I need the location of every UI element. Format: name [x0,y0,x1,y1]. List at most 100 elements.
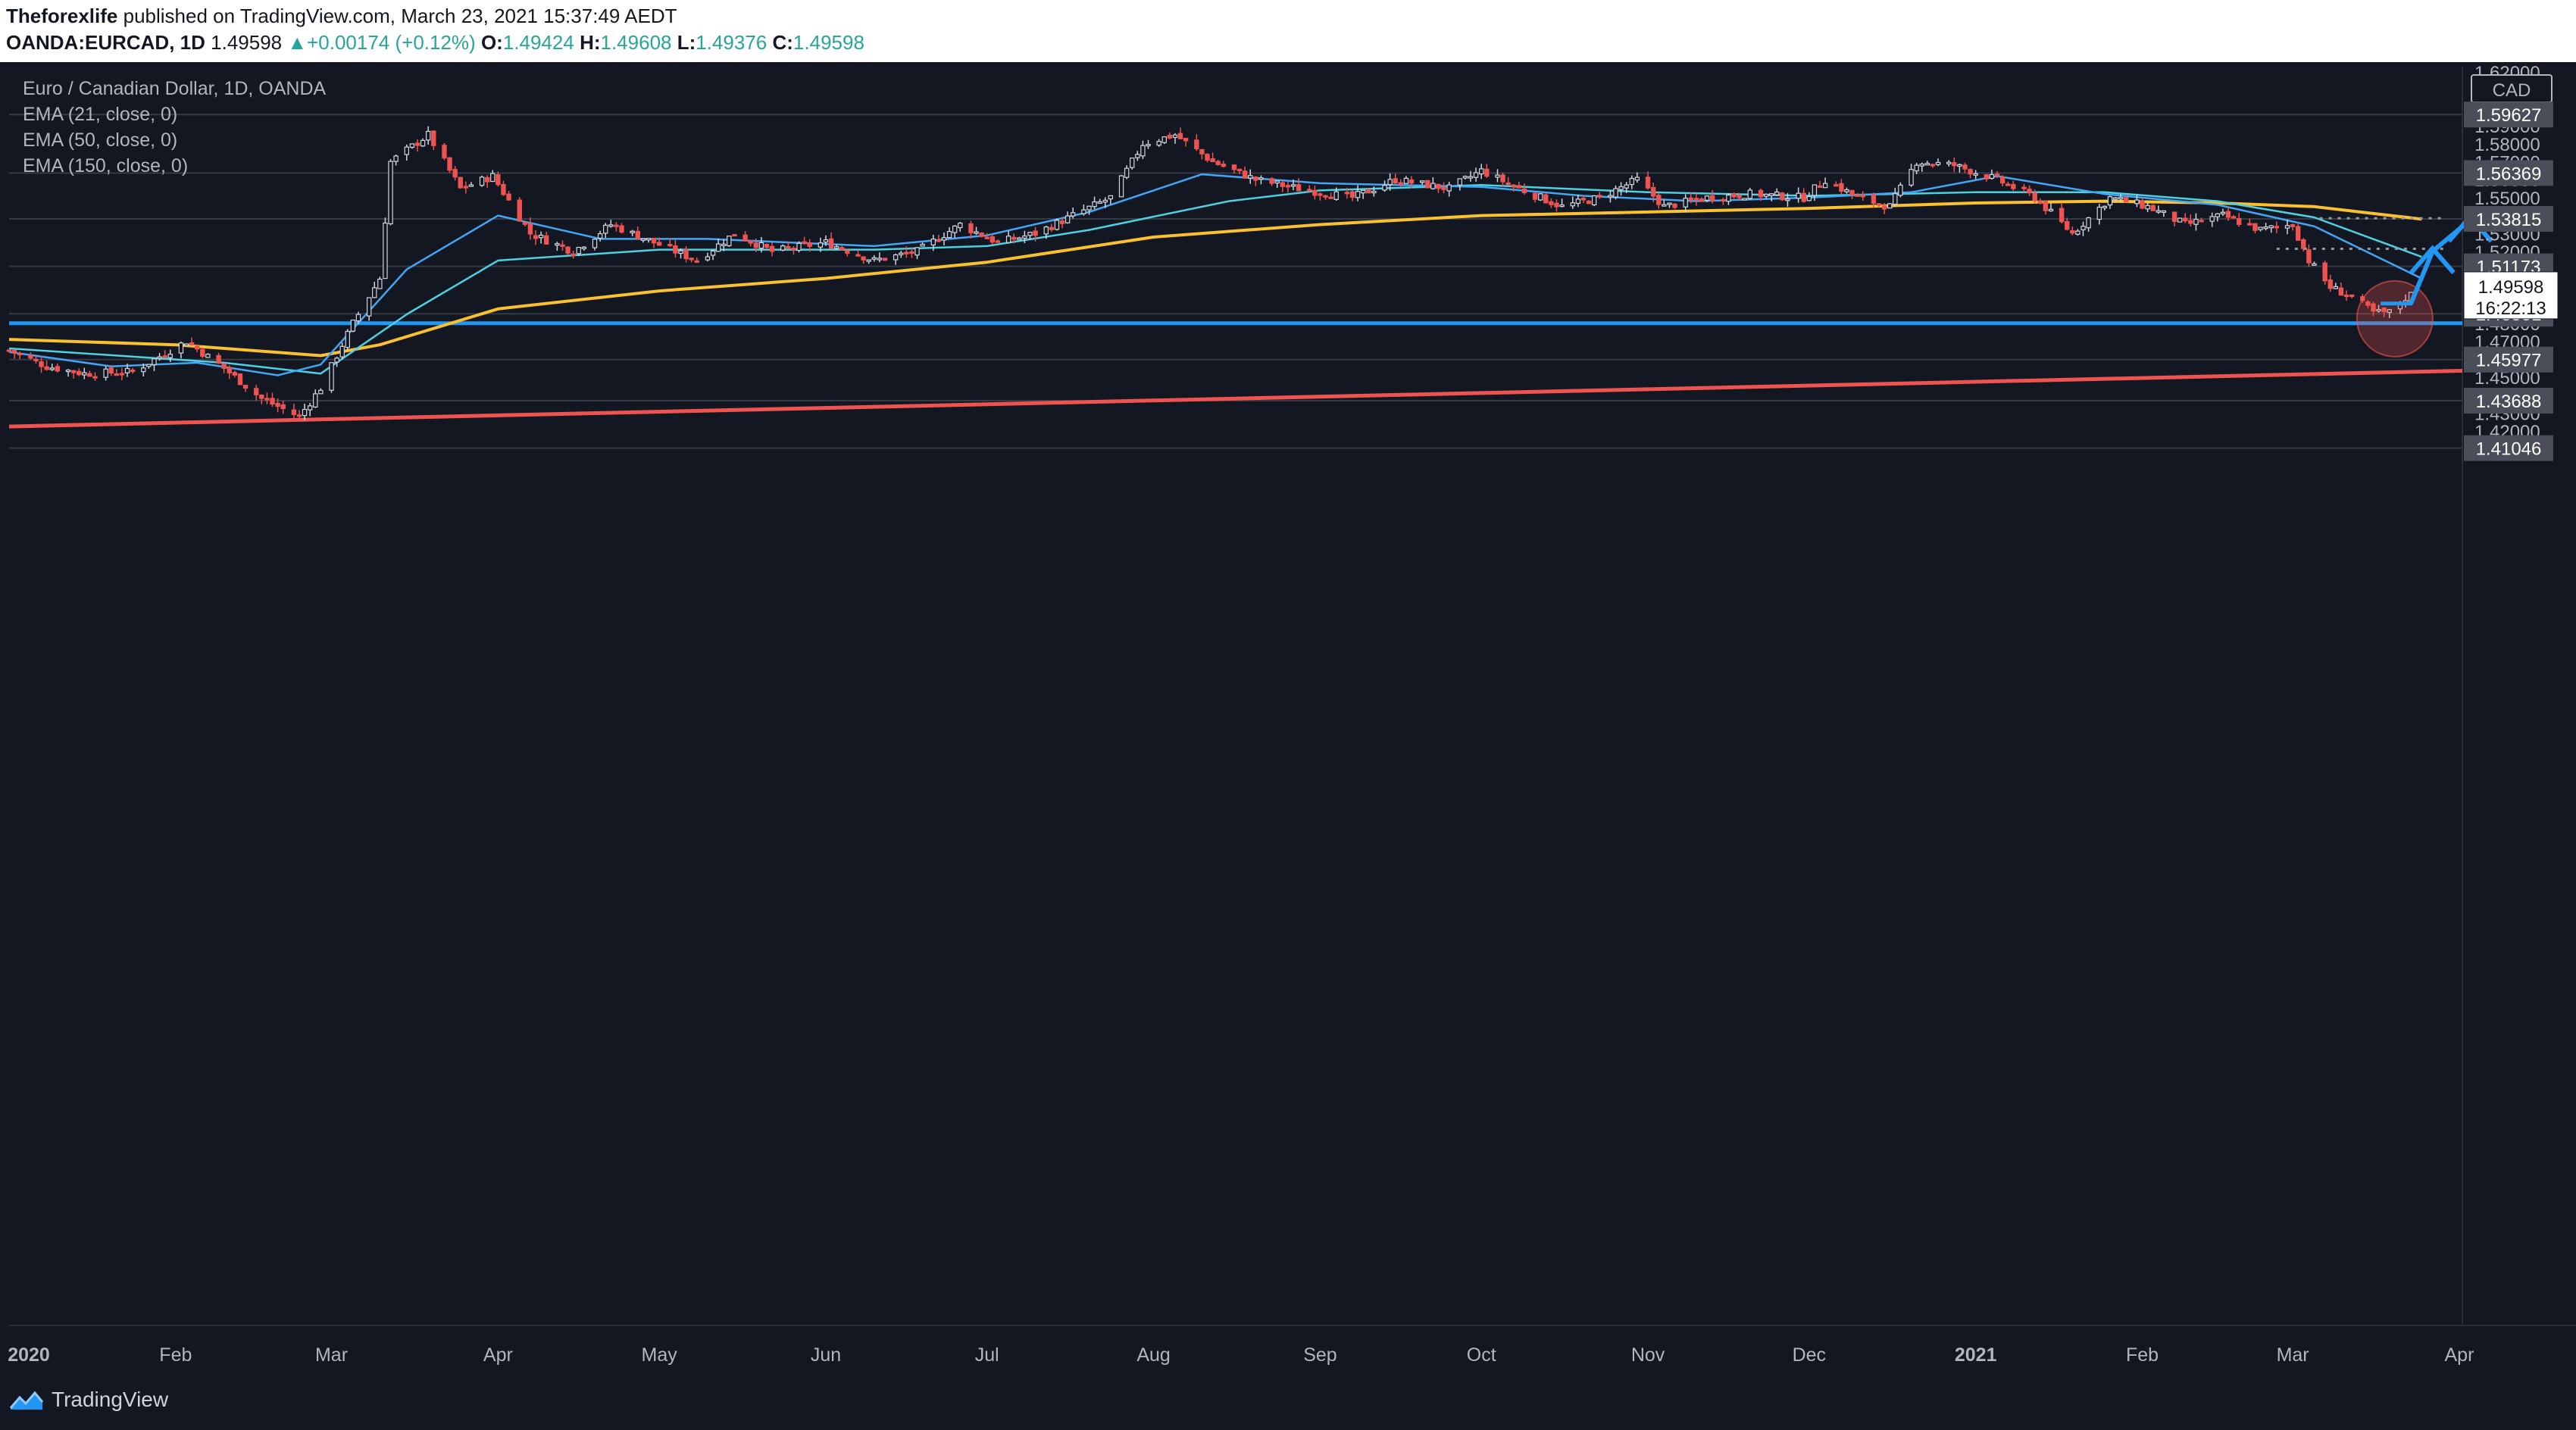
candle-down [1532,192,1538,200]
candle-down [1881,205,1887,210]
time-tick-label: Apr [2444,1344,2474,1366]
candle-up [1071,212,1076,217]
candle-down [1296,184,1302,192]
candle-up [603,224,608,234]
candle-up [646,238,652,241]
candle-down [1323,195,1328,198]
candle-down [2343,294,2349,298]
candle-up [1774,191,1780,195]
candle-up [1043,226,1049,235]
chart-canvas[interactable]: 1.420001.430001.440001.450001.460001.470… [0,0,2576,1430]
candle-up [1747,189,1753,199]
candle-up [1570,202,1575,207]
candle-down [431,130,436,146]
candle-up [1382,185,1387,191]
candle-up [952,225,958,233]
candle-down [1516,185,1522,189]
price-tick-label: 1.58000 [2474,135,2540,155]
time-tick-label: Sep [1303,1344,1336,1366]
candle-up [941,237,947,241]
candle-down [280,404,286,410]
candle-up [82,372,87,376]
candle-down [130,369,136,373]
candle-up [366,297,372,317]
legend-ema21[interactable]: EMA (21, close, 0) [23,101,326,127]
currency-label: CAD [2493,80,2531,101]
candle-up [355,314,361,322]
time-axis[interactable]: 2020 Feb Mar Apr May Jun Jul Aug Sep Oct Nov Dec 202… [8,1344,2474,1366]
candle-up [2145,205,2150,210]
candle-down [506,193,511,201]
candle-down [909,251,914,254]
candle-down [614,224,619,227]
candle-up [1893,193,1898,205]
candle-down [1984,174,1990,180]
candle-up [1274,180,1280,184]
candle-down [1328,196,1333,199]
candle-up [404,146,410,155]
candle-up [974,231,979,234]
candle-up [146,364,152,367]
candle-up [425,130,431,141]
candle-up [49,367,55,370]
candle-down [839,247,845,251]
candle-down [227,367,232,373]
candle-up [2193,218,2199,225]
candle-down [2295,226,2301,241]
candle-down [1183,137,1189,142]
candle-down [1968,169,1973,175]
candle-up [1086,205,1092,211]
candle-up [2333,286,2339,289]
candle-up [1919,164,1924,167]
candle-up [1662,204,1667,207]
candle-down [1049,226,1055,230]
price-axis[interactable]: 1.420001.430001.440001.450001.460001.470… [2463,63,2559,461]
candle-up [383,222,388,279]
candle-up [1258,177,1264,180]
tradingview-logo[interactable]: TradingView [9,1388,168,1412]
candle-up [715,243,721,252]
legend-ema50[interactable]: EMA (50, close, 0) [23,127,326,153]
candle-up [1935,161,1941,165]
candle-down [200,348,205,357]
candle-down [1059,220,1065,224]
candle-up [124,367,130,373]
candle-down [1554,202,1559,208]
candle-down [189,342,195,345]
candle-up [2312,263,2317,266]
candle-up [1704,195,1710,201]
candle-up [2177,217,2183,223]
candle-down [1231,164,1237,170]
candle-down [2247,223,2252,226]
candle-up [2118,197,2124,200]
candle-down [683,249,689,260]
candle-down [1167,135,1173,139]
candle-down [1366,189,1371,194]
candle-up [2086,217,2091,229]
candle-up [152,358,157,366]
candle-down [855,254,861,257]
candle-down [2124,197,2129,203]
candle-up [1446,184,1452,192]
candle-up [920,243,925,247]
legend-ema150[interactable]: EMA (150, close, 0) [23,153,326,179]
candle-down [2183,217,2188,222]
candle-up [157,356,162,359]
candle-up [1989,173,1995,180]
candles-layer [6,126,2414,421]
candle-down [452,169,458,178]
candle-down [802,241,807,244]
candle-up [2161,210,2167,213]
candle-up [490,173,496,183]
candle-down [216,354,221,364]
candle-up [1575,198,1581,205]
candle-up [946,231,952,239]
candle-down [484,176,490,183]
candle-down [882,258,888,261]
candle-down [732,234,737,237]
candle-down [1672,203,1677,208]
candle-up [1064,215,1071,223]
candle-down [2306,249,2312,264]
candle-up [833,246,839,249]
candle-up [818,242,824,248]
